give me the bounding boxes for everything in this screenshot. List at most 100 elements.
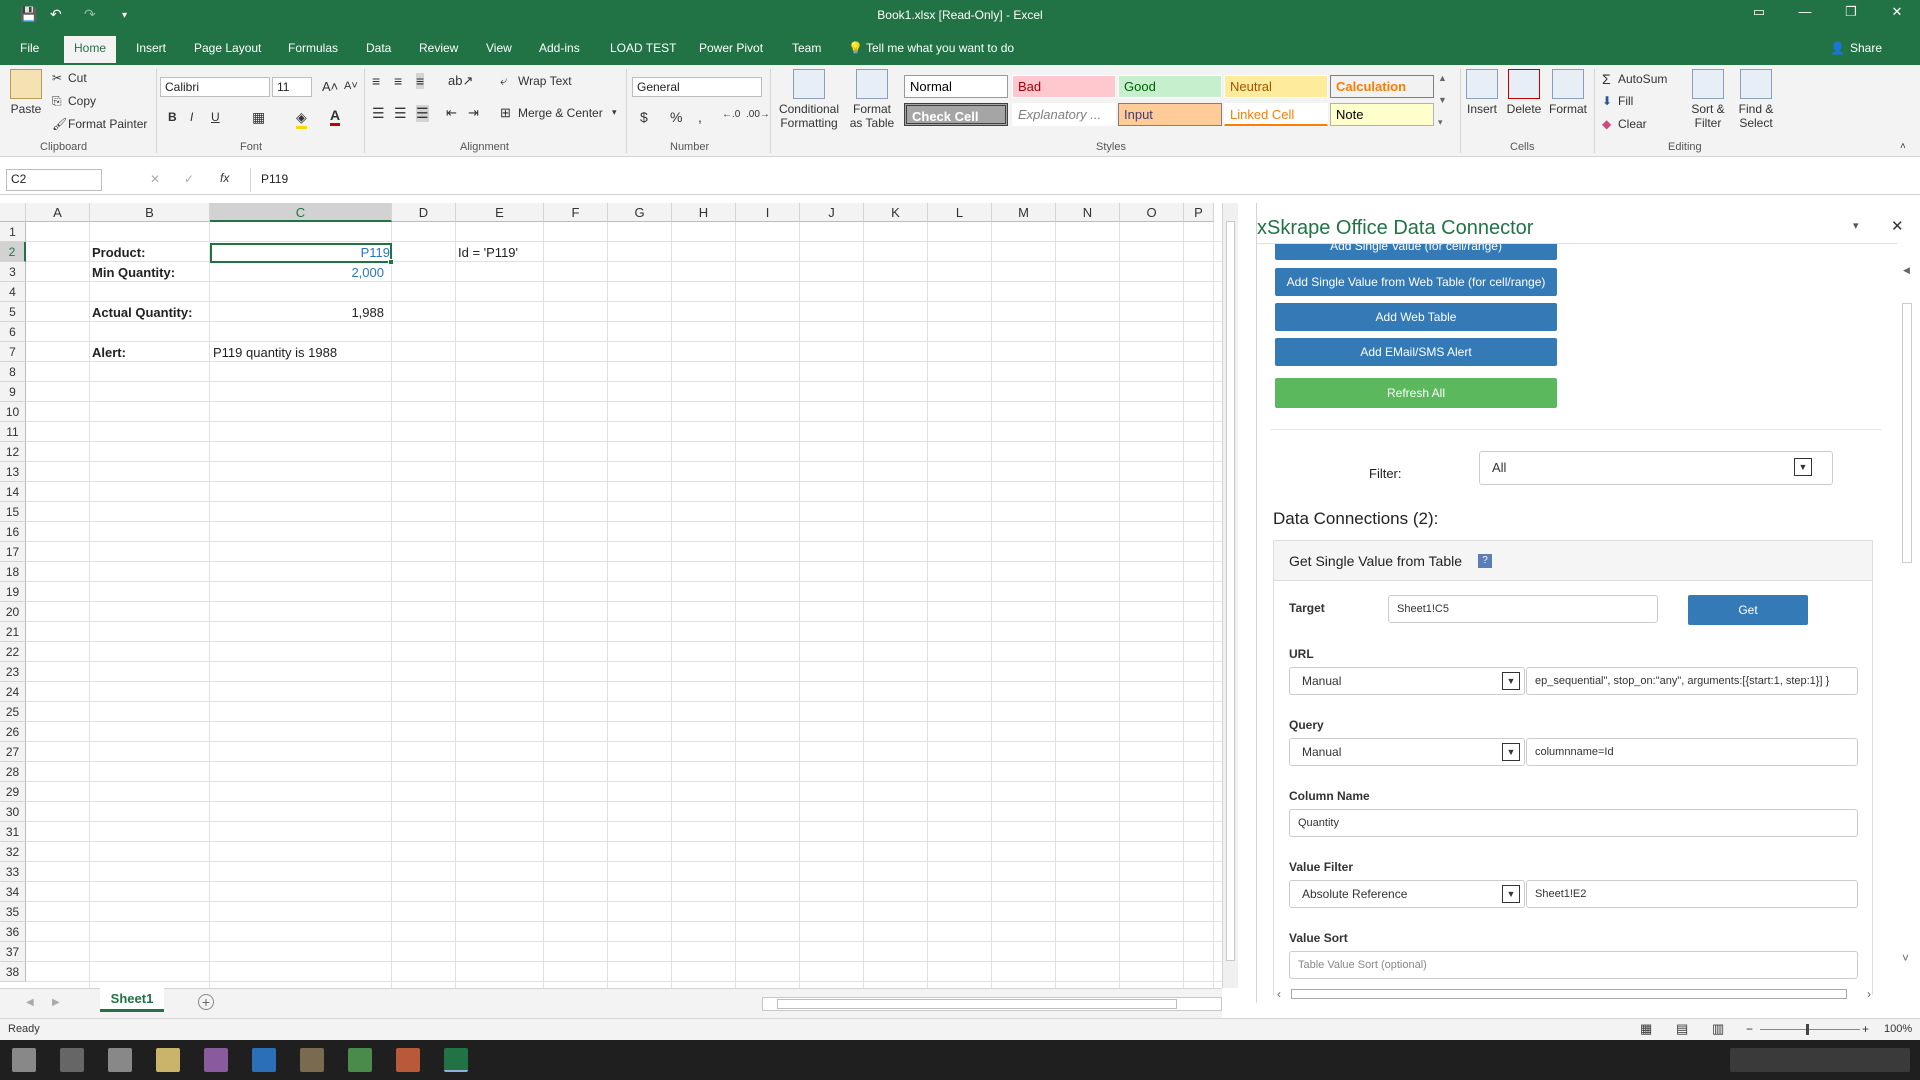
column-header-e[interactable]: E bbox=[456, 203, 544, 222]
scroll-left-icon[interactable]: ◀ bbox=[1903, 265, 1910, 276]
cell-c7[interactable]: P119 quantity is 1988 bbox=[213, 343, 337, 363]
align-left-icon[interactable]: ☰ bbox=[372, 105, 385, 122]
formula-input[interactable]: P119 bbox=[250, 168, 1910, 192]
style-explanatory[interactable]: Explanatory ... bbox=[1012, 103, 1116, 126]
scroll-thumb[interactable] bbox=[1226, 221, 1235, 961]
cell-b2[interactable]: Product: bbox=[92, 243, 145, 263]
name-box[interactable]: C2 bbox=[6, 169, 102, 191]
tab-team[interactable]: Team bbox=[792, 41, 821, 55]
currency-button[interactable]: $ bbox=[640, 109, 648, 125]
value-filter-input[interactable]: Sheet1!E2 bbox=[1526, 880, 1858, 908]
underline-button[interactable]: U bbox=[211, 110, 220, 124]
italic-button[interactable]: I bbox=[190, 110, 193, 124]
row-header-31[interactable]: 31 bbox=[0, 822, 26, 842]
prev-sheet-icon[interactable]: ◀ bbox=[26, 997, 34, 1008]
row-header-36[interactable]: 36 bbox=[0, 922, 26, 942]
cell-b7[interactable]: Alert: bbox=[92, 343, 126, 363]
target-input[interactable]: Sheet1!C5 bbox=[1388, 595, 1658, 623]
column-header-m[interactable]: M bbox=[992, 203, 1056, 222]
pane-hscroll-thumb[interactable] bbox=[1291, 989, 1847, 999]
format-painter-button[interactable]: Format Painter bbox=[68, 117, 147, 131]
hscroll-right-icon[interactable]: › bbox=[1867, 987, 1871, 1001]
add-single-value-web-table-button[interactable]: Add Single Value from Web Table (for cel… bbox=[1275, 268, 1557, 296]
sort-filter-button[interactable]: Sort & Filter bbox=[1686, 69, 1730, 130]
row-header-10[interactable]: 10 bbox=[0, 402, 26, 422]
tell-me-input[interactable]: Tell me what you want to do bbox=[866, 41, 1014, 55]
zoom-out-icon[interactable]: − bbox=[1746, 1022, 1753, 1036]
tab-data[interactable]: Data bbox=[366, 41, 391, 55]
row-header-3[interactable]: 3 bbox=[0, 262, 26, 282]
add-web-table-button[interactable]: Add Web Table bbox=[1275, 303, 1557, 331]
zoom-in-icon[interactable]: + bbox=[1862, 1022, 1869, 1036]
style-linked-cell[interactable]: Linked Cell bbox=[1224, 103, 1328, 126]
app-icon[interactable] bbox=[204, 1048, 228, 1072]
number-format-select[interactable]: General bbox=[632, 77, 762, 97]
row-header-38[interactable]: 38 bbox=[0, 962, 26, 982]
row-header-12[interactable]: 12 bbox=[0, 442, 26, 462]
horizontal-scrollbar[interactable] bbox=[762, 997, 1222, 1011]
style-neutral[interactable]: Neutral bbox=[1224, 75, 1328, 98]
maximize-button[interactable]: ❐ bbox=[1828, 4, 1874, 28]
row-header-23[interactable]: 23 bbox=[0, 662, 26, 682]
tab-power-pivot[interactable]: Power Pivot bbox=[699, 41, 763, 55]
align-middle-icon[interactable]: ≡ bbox=[394, 73, 402, 89]
refresh-all-button[interactable]: Refresh All bbox=[1275, 378, 1557, 408]
pane-vertical-scrollbar[interactable]: ◀ ˅ bbox=[1897, 243, 1917, 995]
comma-button[interactable]: , bbox=[698, 109, 702, 125]
collapse-ribbon-icon[interactable]: ˄ bbox=[1900, 141, 1906, 152]
decrease-indent-icon[interactable]: ⇤ bbox=[446, 105, 457, 121]
pane-horizontal-scrollbar[interactable]: ‹ › bbox=[1277, 987, 1881, 1001]
normal-view-icon[interactable]: ▦ bbox=[1640, 1021, 1652, 1037]
hscroll-thumb[interactable] bbox=[777, 999, 1177, 1009]
share-icon[interactable]: 👤 bbox=[1830, 41, 1845, 55]
decrease-decimal-icon[interactable]: .00→ bbox=[746, 109, 770, 120]
font-size-select[interactable]: 11 bbox=[272, 77, 312, 97]
row-header-35[interactable]: 35 bbox=[0, 902, 26, 922]
format-as-table-button[interactable]: Format as Table bbox=[846, 69, 898, 130]
row-header-29[interactable]: 29 bbox=[0, 782, 26, 802]
row-header-15[interactable]: 15 bbox=[0, 502, 26, 522]
column-header-l[interactable]: L bbox=[928, 203, 992, 222]
align-top-icon[interactable]: ≡ bbox=[372, 73, 380, 89]
cut-button[interactable]: Cut bbox=[68, 71, 87, 85]
url-mode-select[interactable]: Manual ▼ bbox=[1289, 667, 1525, 695]
font-name-select[interactable]: Calibri bbox=[160, 77, 270, 97]
excel-app-icon[interactable] bbox=[444, 1048, 468, 1072]
tab-add-ins[interactable]: Add-ins bbox=[539, 41, 580, 55]
align-bottom-icon[interactable]: ≡ bbox=[416, 73, 425, 89]
row-header-16[interactable]: 16 bbox=[0, 522, 26, 542]
row-header-4[interactable]: 4 bbox=[0, 282, 26, 302]
row-header-33[interactable]: 33 bbox=[0, 862, 26, 882]
value-sort-input[interactable]: Table Value Sort (optional) bbox=[1289, 951, 1858, 979]
clear-button[interactable]: Clear bbox=[1618, 117, 1647, 131]
row-header-24[interactable]: 24 bbox=[0, 682, 26, 702]
column-header-c[interactable]: C bbox=[210, 203, 392, 222]
column-name-input[interactable]: Quantity bbox=[1289, 809, 1858, 837]
bold-button[interactable]: B bbox=[168, 110, 177, 124]
cell-c2[interactable]: P119 bbox=[212, 243, 390, 263]
fill-button[interactable]: Fill bbox=[1618, 94, 1633, 108]
tab-page-layout[interactable]: Page Layout bbox=[194, 41, 261, 55]
zoom-level[interactable]: 100% bbox=[1884, 1023, 1912, 1035]
column-header-b[interactable]: B bbox=[90, 203, 210, 222]
style-bad[interactable]: Bad bbox=[1012, 75, 1116, 98]
zoom-slider[interactable] bbox=[1760, 1029, 1860, 1030]
style-calculation[interactable]: Calculation bbox=[1330, 75, 1434, 98]
column-header-p[interactable]: P bbox=[1184, 203, 1214, 222]
styles-scroll-down-icon[interactable]: ▼ bbox=[1438, 95, 1447, 105]
insert-function-icon[interactable]: fx bbox=[220, 171, 229, 185]
app-icon[interactable] bbox=[252, 1048, 276, 1072]
wrap-text-button[interactable]: Wrap Text bbox=[518, 74, 572, 88]
row-header-27[interactable]: 27 bbox=[0, 742, 26, 762]
delete-cells-button[interactable]: Delete bbox=[1506, 69, 1542, 116]
pane-scroll-thumb[interactable] bbox=[1902, 303, 1912, 563]
app-icon[interactable] bbox=[156, 1048, 180, 1072]
grow-font-icon[interactable]: A˄ bbox=[322, 79, 338, 94]
cell-c3[interactable]: 2,000 bbox=[212, 263, 384, 283]
merge-dropdown-icon[interactable]: ▾ bbox=[612, 107, 617, 118]
orientation-icon[interactable]: ab↗ bbox=[448, 73, 473, 89]
page-break-view-icon[interactable]: ▥ bbox=[1712, 1021, 1724, 1037]
paste-button[interactable]: Paste bbox=[8, 69, 44, 116]
zoom-slider-thumb[interactable] bbox=[1806, 1024, 1809, 1035]
row-header-5[interactable]: 5 bbox=[0, 302, 26, 322]
